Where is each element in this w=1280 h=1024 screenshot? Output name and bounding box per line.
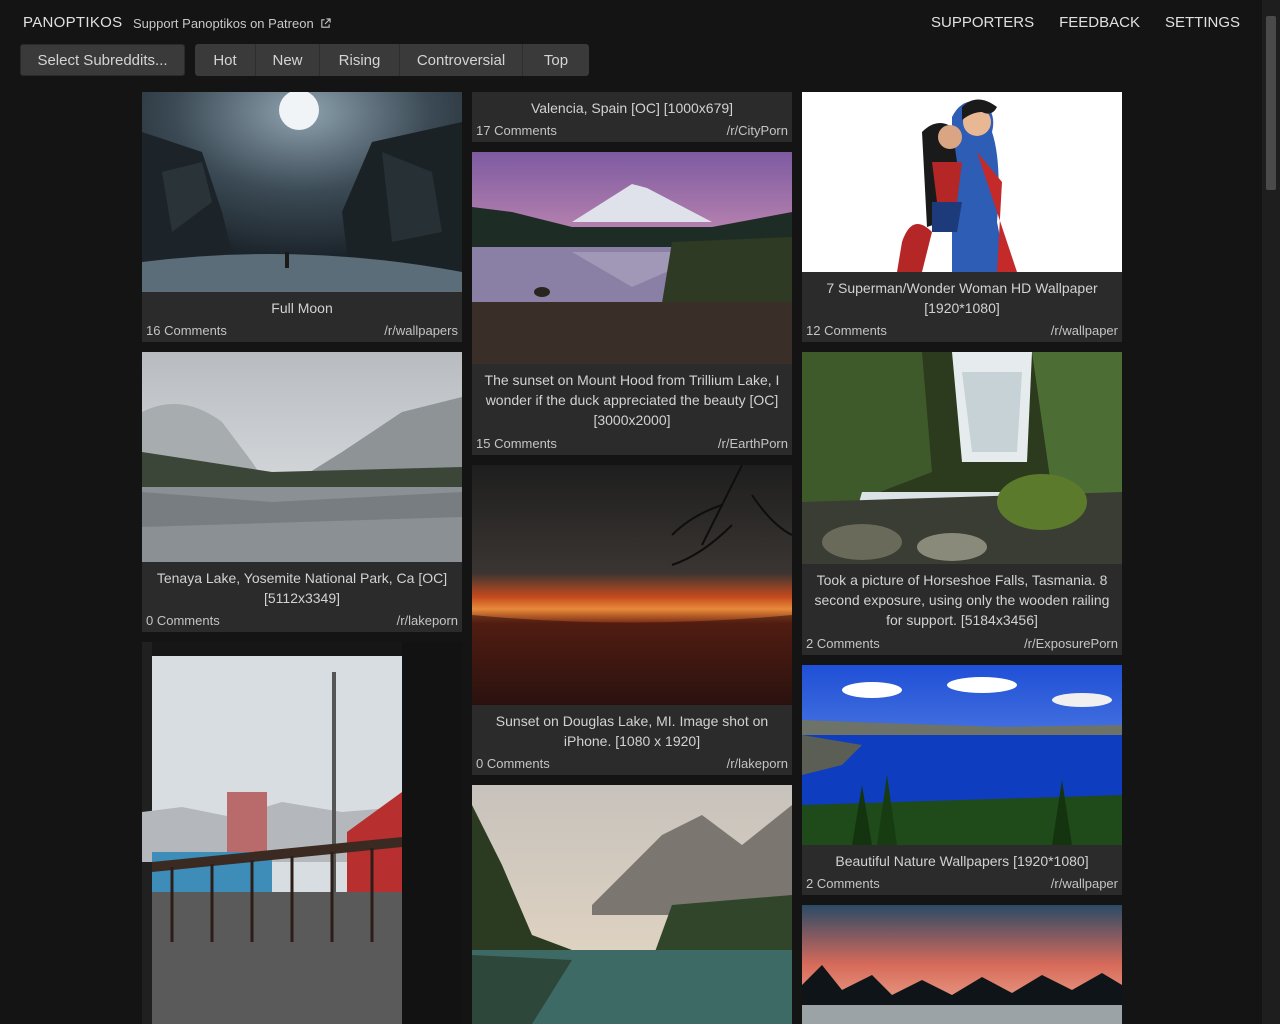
select-subreddits-button[interactable]: Select Subreddits... [20, 44, 185, 76]
post-image[interactable] [802, 905, 1122, 1024]
scrollbar-thumb[interactable] [1266, 16, 1276, 190]
sort-hot[interactable]: Hot [195, 44, 256, 76]
post-subreddit-link[interactable]: /r/wallpaper [1051, 323, 1118, 338]
post-card[interactable]: Tenaya Lake, Yosemite National Park, Ca … [142, 352, 462, 632]
post-card[interactable]: Took a picture of Horseshoe Falls, Tasma… [802, 352, 1122, 655]
post-card[interactable] [802, 905, 1122, 1024]
post-title[interactable]: Valencia, Spain [OC] [1000x679] [480, 98, 784, 118]
post-comments-link[interactable]: 16 Comments [146, 323, 227, 338]
post-subreddit-link[interactable]: /r/CityPorn [727, 123, 788, 138]
post-comments-link[interactable]: 15 Comments [476, 436, 557, 451]
post-title[interactable]: Beautiful Nature Wallpapers [1920*1080] [810, 851, 1114, 871]
post-image[interactable] [472, 785, 792, 1024]
nav-settings[interactable]: SETTINGS [1165, 14, 1240, 31]
post-card[interactable]: The sunset on Mount Hood from Trillium L… [472, 152, 792, 455]
page-scrollbar[interactable] [1262, 0, 1280, 1024]
post-comments-link[interactable]: 12 Comments [806, 323, 887, 338]
post-image[interactable] [802, 665, 1122, 845]
patreon-link-label[interactable]: Support Panoptikos on Patreon [133, 16, 314, 31]
post-comments-link[interactable]: 0 Comments [476, 756, 550, 771]
top-nav: SUPPORTERS FEEDBACK SETTINGS [931, 14, 1240, 31]
post-image[interactable] [472, 152, 792, 364]
post-image[interactable] [472, 465, 792, 705]
post-title[interactable]: 7 Superman/Wonder Woman HD Wallpaper [19… [810, 278, 1114, 318]
post-subreddit-link[interactable]: /r/EarthPorn [718, 436, 788, 451]
sort-tabs: Hot New Rising Controversial Top [195, 44, 589, 76]
sort-controversial[interactable]: Controversial [400, 44, 523, 76]
post-image[interactable] [802, 352, 1122, 564]
brand-logo[interactable]: PANOPTIKOS [23, 14, 122, 31]
post-subreddit-link[interactable]: /r/wallpapers [384, 323, 458, 338]
post-card[interactable] [472, 785, 792, 1024]
post-title[interactable]: The sunset on Mount Hood from Trillium L… [480, 370, 784, 430]
post-image[interactable] [802, 92, 1122, 272]
post-subreddit-link[interactable]: /r/lakeporn [397, 613, 458, 628]
post-title[interactable]: Sunset on Douglas Lake, MI. Image shot o… [480, 711, 784, 751]
post-image[interactable] [142, 642, 462, 1024]
post-card[interactable]: Sunset on Douglas Lake, MI. Image shot o… [472, 465, 792, 775]
patreon-link[interactable]: Support Panoptikos on Patreon [133, 16, 331, 31]
nav-supporters[interactable]: SUPPORTERS [931, 14, 1034, 31]
post-comments-link[interactable]: 0 Comments [146, 613, 220, 628]
post-subreddit-link[interactable]: /r/ExposurePorn [1024, 636, 1118, 651]
post-image[interactable] [142, 352, 462, 562]
post-card[interactable]: Full Moon 16 Comments /r/wallpapers [142, 92, 462, 342]
post-card[interactable]: 7 Superman/Wonder Woman HD Wallpaper [19… [802, 92, 1122, 342]
nav-feedback[interactable]: FEEDBACK [1059, 14, 1140, 31]
post-title[interactable]: Full Moon [150, 298, 454, 318]
post-title[interactable]: Took a picture of Horseshoe Falls, Tasma… [810, 570, 1114, 630]
post-comments-link[interactable]: 2 Comments [806, 876, 880, 891]
post-subreddit-link[interactable]: /r/wallpaper [1051, 876, 1118, 891]
post-card[interactable] [142, 642, 462, 1024]
sort-new[interactable]: New [256, 44, 320, 76]
post-title[interactable]: Tenaya Lake, Yosemite National Park, Ca … [150, 568, 454, 608]
post-card[interactable]: Valencia, Spain [OC] [1000x679] 17 Comme… [472, 92, 792, 142]
post-image[interactable] [142, 92, 462, 292]
sort-top[interactable]: Top [523, 44, 589, 76]
top-bar: PANOPTIKOS Support Panoptikos on Patreon… [0, 0, 1262, 44]
sort-rising[interactable]: Rising [320, 44, 400, 76]
external-link-icon [321, 18, 331, 28]
post-subreddit-link[interactable]: /r/lakeporn [727, 756, 788, 771]
post-comments-link[interactable]: 17 Comments [476, 123, 557, 138]
post-comments-link[interactable]: 2 Comments [806, 636, 880, 651]
post-card[interactable]: Beautiful Nature Wallpapers [1920*1080] … [802, 665, 1122, 895]
